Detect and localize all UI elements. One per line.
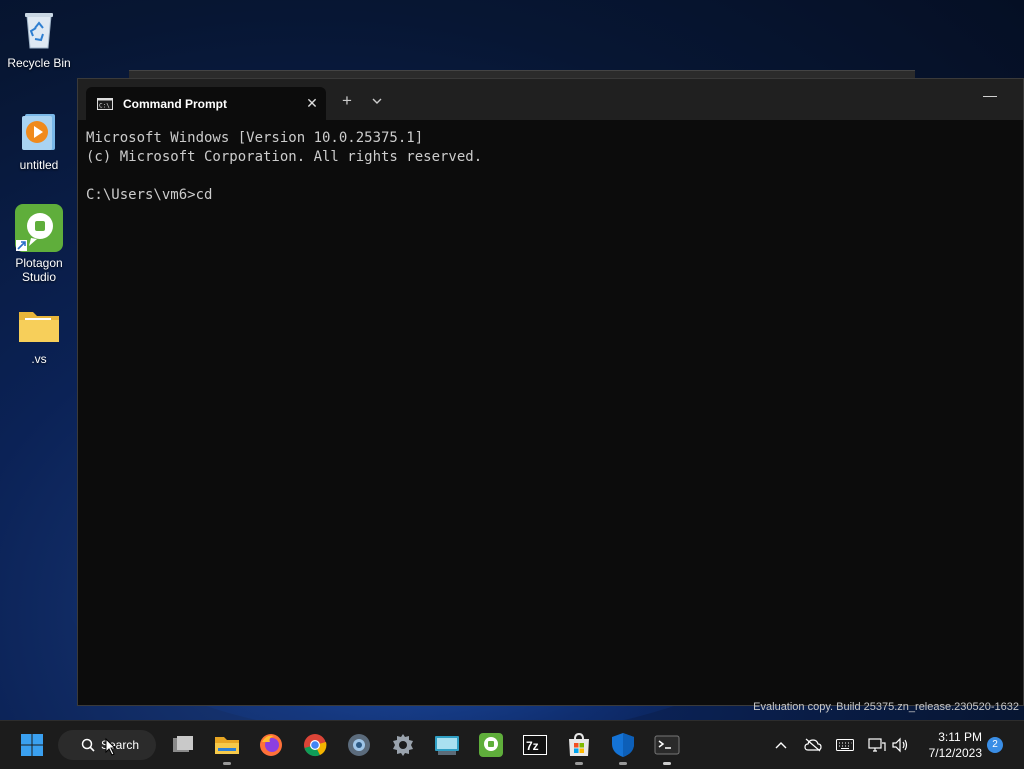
minimize-icon[interactable]: — [975, 87, 1005, 107]
network-icon [868, 738, 886, 752]
windows-logo-icon [21, 734, 43, 756]
chrome-icon [304, 734, 327, 757]
desktop-icon-recycle-bin[interactable]: Recycle Bin [1, 8, 77, 70]
tab-command-prompt[interactable]: C:\ Command Prompt ✕ [86, 87, 326, 120]
clock[interactable]: 3:11 PM 7/12/2023 [929, 729, 982, 761]
console-output[interactable]: Microsoft Windows [Version 10.0.25375.1]… [78, 120, 1023, 205]
clock-date: 7/12/2023 [928, 746, 982, 760]
mouse-cursor-icon [105, 737, 117, 761]
shield-icon [612, 733, 634, 757]
task-view-icon [173, 736, 193, 752]
taskbar-firefox[interactable] [255, 729, 287, 761]
keyboard-icon [836, 739, 854, 751]
console-line: Microsoft Windows [Version 10.0.25375.1] [86, 130, 424, 146]
notification-badge[interactable]: 2 [987, 737, 1003, 753]
evaluation-watermark: Evaluation copy. Build 25375.zn_release.… [753, 701, 1019, 713]
new-tab-icon[interactable]: + [336, 91, 358, 111]
taskbar-settings[interactable] [387, 729, 419, 761]
taskbar-store[interactable] [563, 729, 595, 765]
plotagon-icon [15, 204, 63, 252]
clock-time: 3:11 PM [938, 730, 982, 744]
cmd-icon: C:\ [97, 97, 113, 110]
onedrive-tray[interactable] [803, 721, 823, 769]
taskbar-keyboard-app[interactable] [431, 729, 463, 761]
desktop-icon-untitled[interactable]: untitled [1, 110, 77, 172]
running-indicator [223, 762, 231, 765]
terminal-icon [654, 735, 680, 755]
volume-icon [892, 737, 908, 753]
chevron-down-icon[interactable] [368, 93, 386, 109]
tab-title: Command Prompt [123, 96, 228, 111]
running-indicator [619, 762, 627, 765]
taskbar-settings-alt[interactable] [343, 729, 375, 761]
7zip-icon: 7z [523, 735, 547, 755]
running-indicator [575, 762, 583, 765]
folder-icon [17, 304, 61, 348]
taskbar-7zip[interactable]: 7z [519, 729, 551, 761]
terminal-window[interactable]: C:\ Command Prompt ✕ + — Microsoft Windo… [77, 78, 1024, 706]
terminal-titlebar[interactable]: C:\ Command Prompt ✕ + — [78, 79, 1023, 120]
desktop-icon-label: .vs [31, 352, 47, 366]
taskbar-defender[interactable] [607, 729, 639, 765]
search-icon [81, 738, 95, 752]
media-file-icon [17, 110, 61, 154]
running-indicator [663, 762, 671, 765]
gear-icon [393, 734, 413, 756]
console-line: (c) Microsoft Corporation. All rights re… [86, 149, 483, 165]
taskbar-plotagon[interactable] [475, 729, 507, 761]
svg-text:7z: 7z [526, 739, 539, 753]
keyboard-tray[interactable] [835, 721, 855, 769]
desktop-icon-plotagon-studio[interactable]: Plotagon Studio [1, 204, 77, 284]
keyboard-app-icon [435, 736, 459, 755]
firefox-icon [260, 734, 282, 756]
desktop-icon-label: Plotagon Studio [15, 256, 63, 284]
taskbar-task-view[interactable] [167, 729, 199, 761]
taskbar: Search 7z 3:11 PM 7/12/2023 2 [0, 720, 1024, 769]
svg-text:C:\: C:\ [99, 102, 110, 109]
file-explorer-icon [215, 737, 239, 754]
chevron-up-icon [775, 742, 787, 749]
taskbar-file-explorer[interactable] [211, 729, 243, 765]
desktop-icon-vs-folder[interactable]: .vs [1, 304, 77, 366]
taskbar-terminal[interactable] [651, 729, 683, 765]
cloud-offline-icon [804, 738, 822, 752]
network-tray[interactable] [866, 721, 888, 769]
show-hidden-icons[interactable] [772, 721, 790, 769]
taskbar-chrome[interactable] [299, 729, 331, 761]
close-tab-icon[interactable]: ✕ [298, 95, 326, 112]
gear-app-icon [348, 734, 370, 756]
plotagon-taskbar-icon [479, 733, 503, 757]
console-prompt-line: C:\Users\vm6>cd [86, 187, 213, 203]
desktop-icon-label: Recycle Bin [7, 56, 71, 70]
volume-tray[interactable] [890, 721, 910, 769]
desktop-icon-label: untitled [19, 158, 59, 172]
recycle-bin-icon [17, 8, 61, 52]
store-icon [569, 732, 589, 756]
start-button[interactable] [16, 729, 48, 761]
